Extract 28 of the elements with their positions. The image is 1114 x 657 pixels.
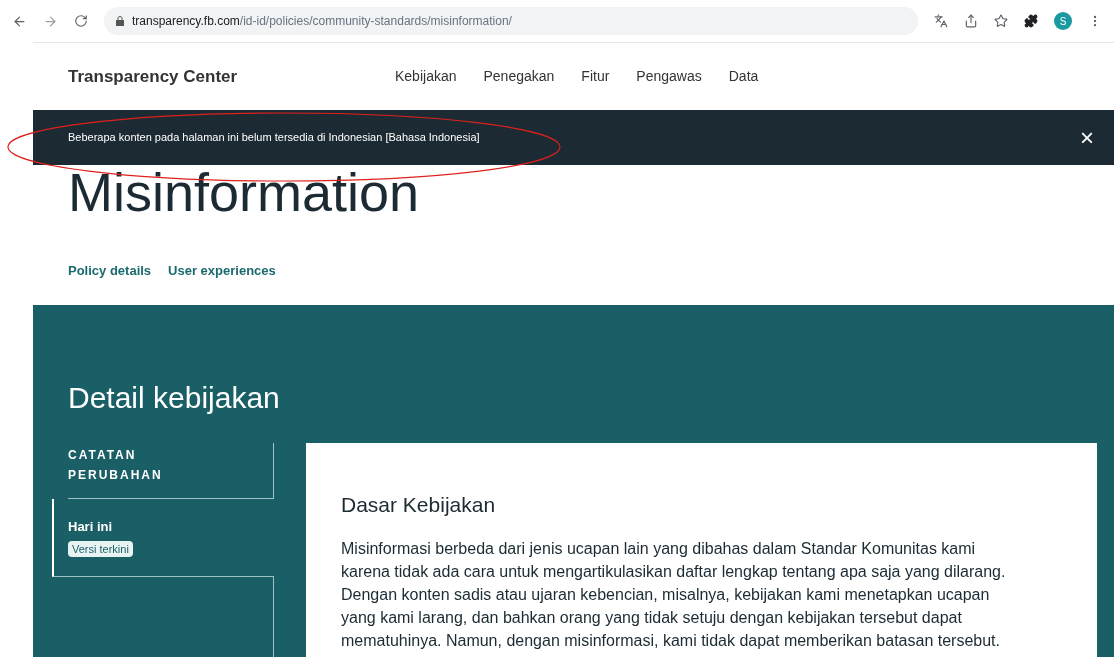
page-tab[interactable]: Policy details bbox=[68, 261, 152, 281]
card-heading: Dasar Kebijakan bbox=[341, 492, 497, 518]
url-text: transparency.fb.com/id-id/policies/community-standards/misinformation/ bbox=[132, 13, 512, 30]
changelog-item[interactable]: Hari ini Versi terkini bbox=[52, 499, 274, 577]
reload-icon[interactable] bbox=[74, 14, 88, 28]
translate-icon[interactable] bbox=[934, 14, 948, 28]
notice-text: Beberapa konten pada halaman ini belum tersedia di Indonesian [Bahasa Indonesia] bbox=[68, 130, 481, 146]
nav-link[interactable]: Fitur bbox=[581, 66, 610, 87]
section-title: Detail kebijakan bbox=[68, 380, 281, 416]
nav-link[interactable]: Data bbox=[728, 66, 759, 87]
nav-link[interactable]: Pengawas bbox=[636, 66, 702, 87]
card-paragraph: Misinformasi berbeda dari jenis ucapan lain yang dibahas dalam Standar Komunitas kami karena tidak ada cara untuk mengartikulasikan daftar lengkap tentang apa saja yang dilarang. Dengan konten sadis atau ujaran kebencian, misalnya, kebijakan kami menetapkan ucapan yang kami larang, dan bahkan orang yang tidak setuju dengan kebijakan tersebut dapat mematuhinya. Namun, dengan misinformasi, kami tidak dapat memberikan batasan tersebut. bbox=[341, 538, 1007, 651]
brand-title[interactable]: Transparency Center bbox=[68, 63, 395, 90]
nav-link[interactable]: Kebijakan bbox=[395, 66, 457, 87]
forward-icon[interactable] bbox=[43, 13, 58, 29]
version-badge: Versi terkini bbox=[68, 540, 133, 557]
puzzle-icon[interactable] bbox=[1024, 14, 1038, 28]
lock-icon bbox=[116, 16, 124, 26]
nav-link[interactable]: Penegakan bbox=[483, 66, 555, 87]
changelog-heading: CATATAN PERUBAHAN bbox=[68, 447, 164, 484]
share-icon[interactable] bbox=[964, 14, 978, 28]
close-button[interactable]: × bbox=[1080, 125, 1094, 150]
page-tab[interactable]: User experiences bbox=[168, 261, 276, 281]
item-label: Hari ini bbox=[68, 518, 113, 536]
address-bar[interactable]: transparency.fb.com/id-id/policies/community-standards/misinformation/ bbox=[104, 7, 918, 35]
back-icon[interactable] bbox=[12, 13, 27, 29]
page-title: Misinformation bbox=[68, 164, 421, 220]
star-icon[interactable] bbox=[994, 14, 1008, 28]
